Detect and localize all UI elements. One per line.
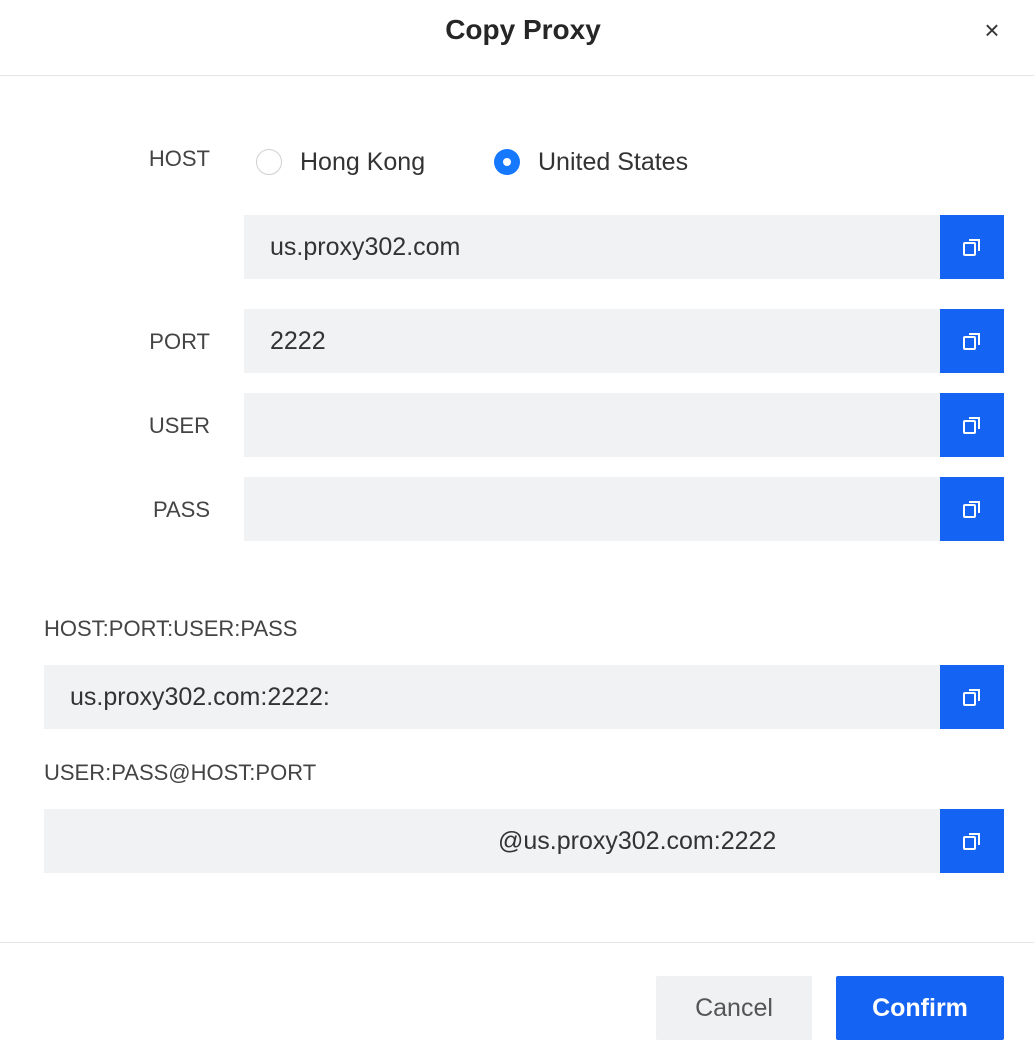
close-icon[interactable]: × (978, 12, 1006, 48)
footer-divider (0, 942, 1034, 943)
dialog-title: Copy Proxy (445, 14, 601, 45)
pass-field[interactable] (244, 477, 1004, 541)
copy-icon (963, 501, 980, 518)
copy-icon (963, 689, 980, 706)
confirm-button[interactable]: Confirm (836, 976, 1004, 1040)
format1-label: HOST:PORT:USER:PASS (44, 616, 298, 641)
dialog-header: Copy Proxy × (0, 0, 1034, 76)
cancel-button[interactable]: Cancel (656, 976, 812, 1040)
format2-label: USER:PASS@HOST:PORT (44, 760, 317, 785)
copy-port-button[interactable] (940, 309, 1004, 373)
port-value: 2222 (270, 327, 326, 355)
format2-value: @us.proxy302.com:2222 (498, 827, 777, 855)
radio-hong-kong[interactable]: Hong Kong (256, 146, 425, 178)
radio-label: United States (538, 147, 689, 176)
copy-pass-button[interactable] (940, 477, 1004, 541)
user-label: USER (148, 413, 210, 438)
format1-field[interactable]: us.proxy302.com:2222: (44, 665, 1004, 729)
port-field[interactable]: 2222 (244, 309, 1004, 373)
radio-label: Hong Kong (300, 147, 426, 176)
user-field[interactable] (244, 393, 1004, 457)
copy-user-button[interactable] (940, 393, 1004, 457)
host-field[interactable]: us.proxy302.com (244, 215, 1004, 279)
copy-format1-button[interactable] (940, 665, 1004, 729)
host-label: HOST (148, 146, 210, 171)
radio-united-states[interactable]: United States (494, 146, 688, 178)
radio-circle-icon (256, 149, 282, 175)
pass-label: PASS (152, 497, 210, 522)
copy-icon (963, 833, 980, 850)
copy-icon (963, 333, 980, 350)
user-value (270, 393, 930, 457)
radio-selected-icon (494, 149, 520, 175)
copy-format2-button[interactable] (940, 809, 1004, 873)
copy-icon (963, 417, 980, 434)
format2-field[interactable]: @us.proxy302.com:2222 (44, 809, 1004, 873)
copy-icon (963, 239, 980, 256)
host-value: us.proxy302.com (270, 233, 461, 261)
pass-value (270, 477, 930, 541)
format1-value: us.proxy302.com:2222: (70, 683, 330, 711)
port-label: PORT (149, 329, 210, 354)
copy-host-button[interactable] (940, 215, 1004, 279)
